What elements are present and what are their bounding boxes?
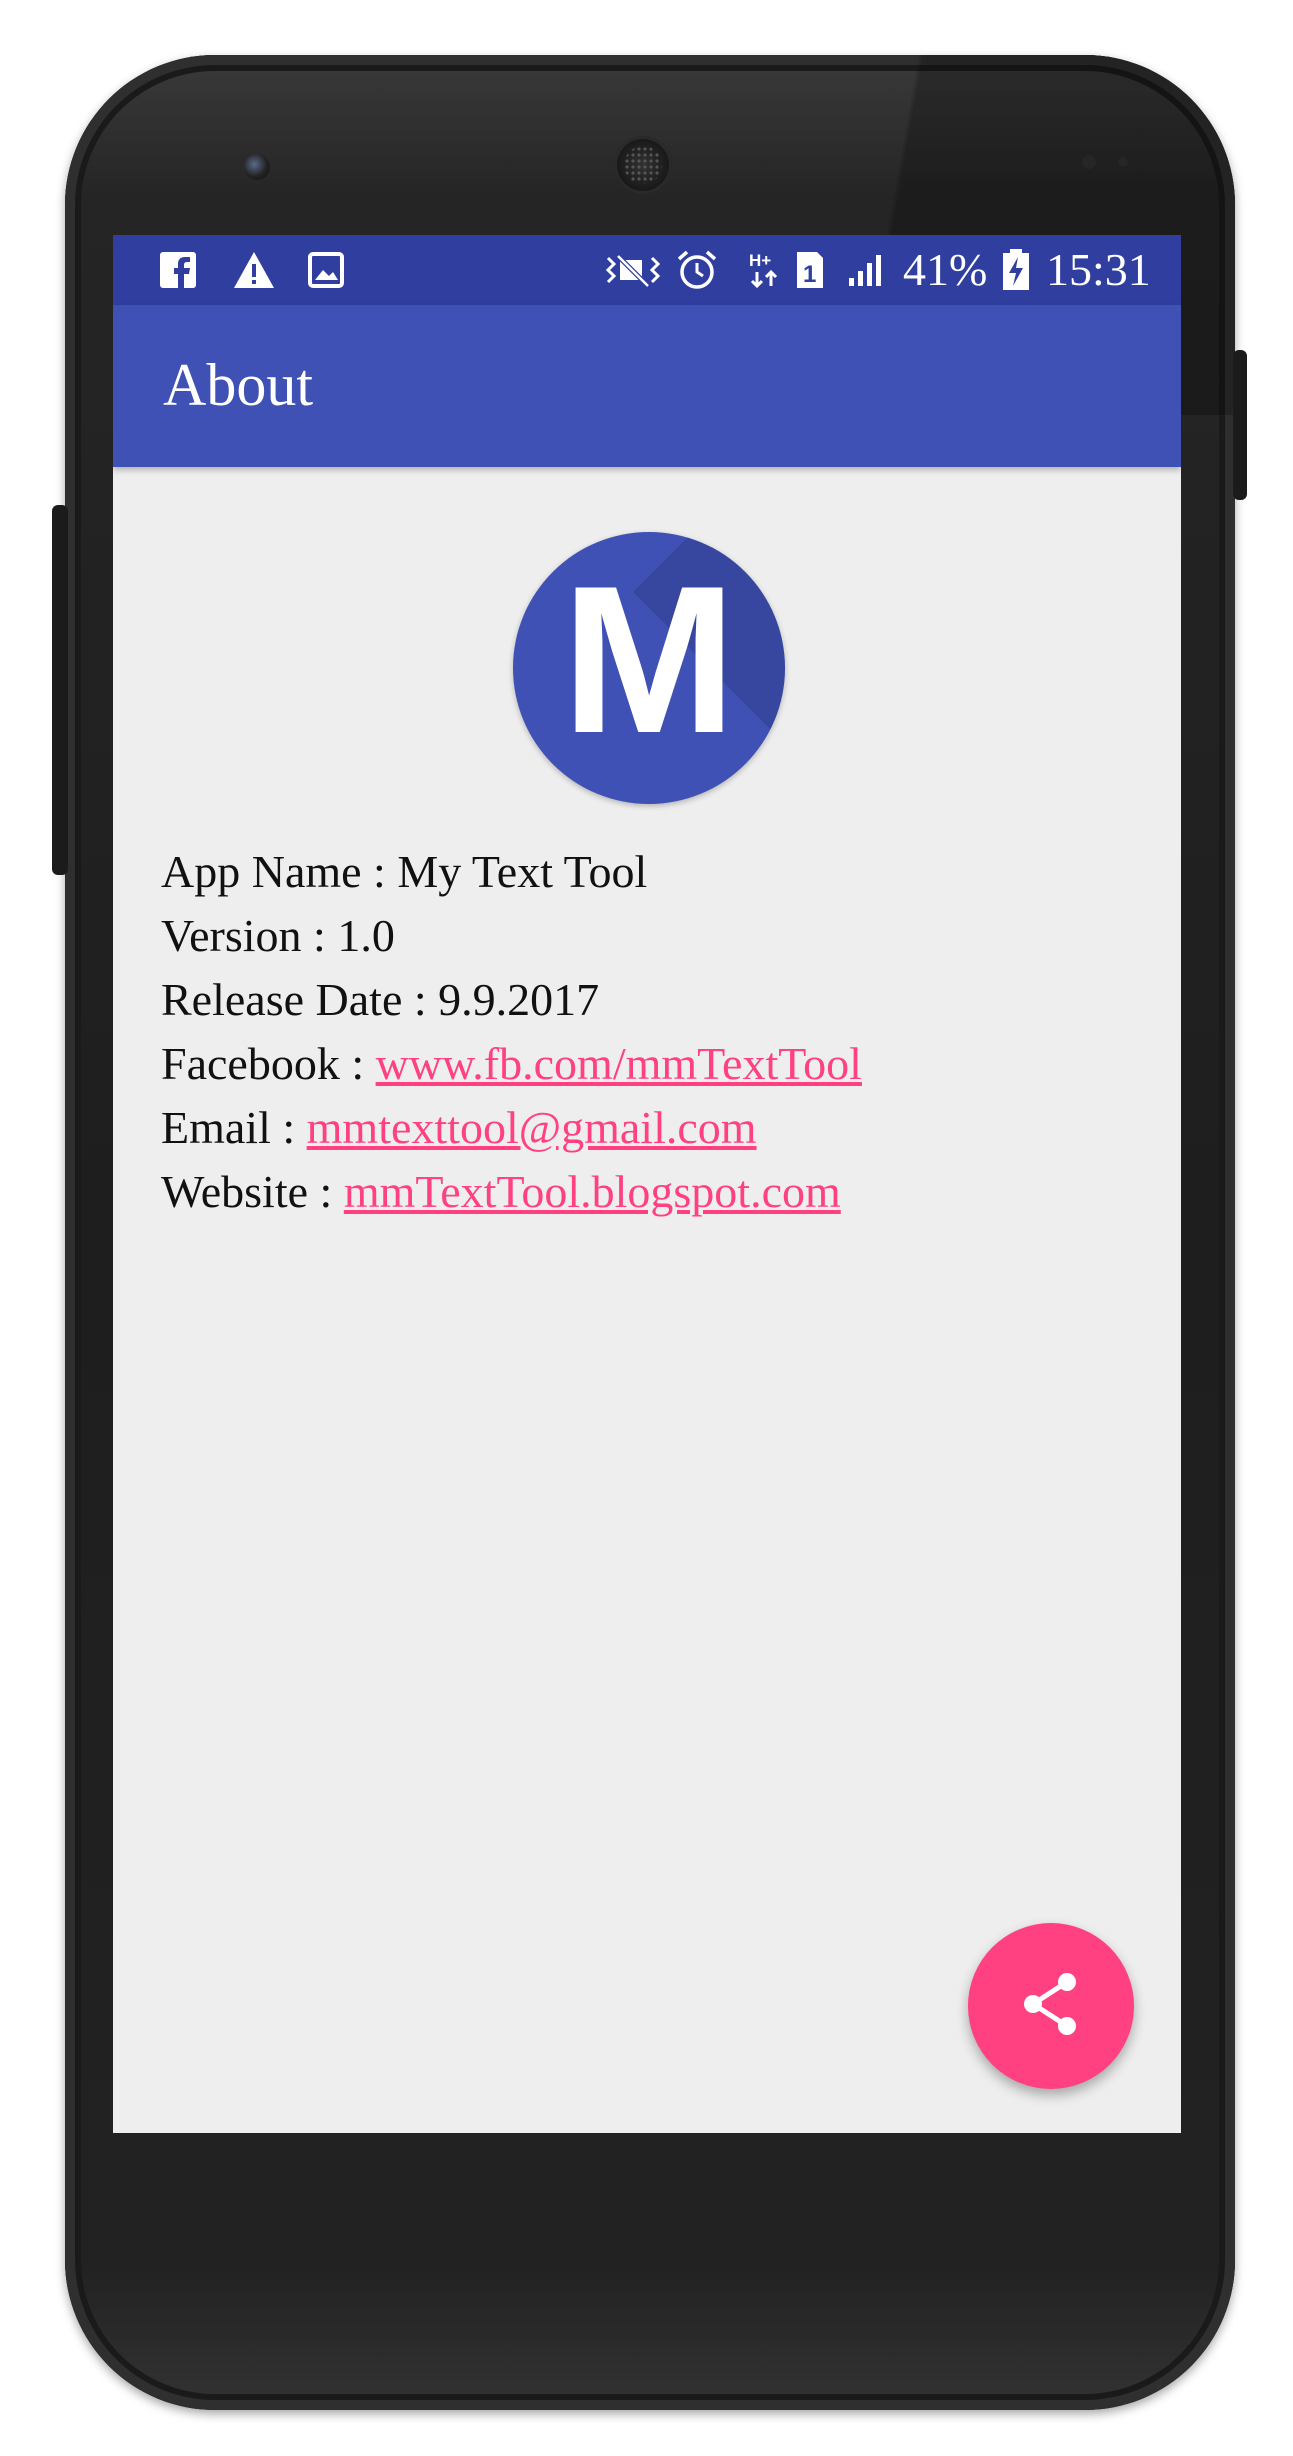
email-label: Email :	[161, 1102, 307, 1153]
alarm-icon	[675, 250, 719, 290]
svg-text:1: 1	[803, 261, 816, 288]
hplus-data-icon: H+	[748, 250, 784, 290]
image-icon	[306, 250, 346, 290]
release-date-row: Release Date : 9.9.2017	[161, 968, 862, 1032]
status-bar: H+ 1 41% 15:31	[113, 235, 1181, 305]
light-sensor	[1118, 157, 1128, 167]
app-logo: M	[513, 532, 785, 804]
app-bar: About	[113, 305, 1181, 467]
earpiece-speaker	[614, 136, 672, 194]
status-time: 15:31	[1046, 244, 1151, 295]
svg-text:H+: H+	[749, 251, 771, 270]
email-link[interactable]: mmtexttool@gmail.com	[307, 1102, 757, 1153]
facebook-icon	[158, 250, 198, 290]
release-date-value: 9.9.2017	[438, 974, 600, 1025]
vibrate-icon	[603, 250, 665, 290]
front-camera	[244, 154, 270, 180]
facebook-row: Facebook : www.fb.com/mmTextTool	[161, 1032, 862, 1096]
website-label: Website :	[161, 1166, 344, 1217]
email-row: Email : mmtexttool@gmail.com	[161, 1096, 862, 1160]
screen: H+ 1 41% 15:31 About M App Name : My Tex…	[113, 235, 1181, 2133]
version-value: 1.0	[337, 910, 395, 961]
version-row: Version : 1.0	[161, 904, 862, 968]
version-label: Version :	[161, 910, 338, 961]
about-info: App Name : My Text Tool Version : 1.0 Re…	[161, 840, 862, 1224]
facebook-label: Facebook :	[161, 1038, 376, 1089]
sim-1-icon: 1	[793, 250, 827, 290]
release-date-label: Release Date :	[161, 974, 439, 1025]
signal-icon	[846, 250, 886, 290]
share-button[interactable]	[968, 1923, 1134, 2089]
logo-letter: M	[561, 542, 737, 777]
app-name-value: My Text Tool	[397, 846, 648, 897]
facebook-link[interactable]: www.fb.com/mmTextTool	[376, 1038, 862, 1089]
share-icon	[1021, 1972, 1081, 2041]
proximity-sensor	[1082, 155, 1096, 169]
battery-charging-icon	[1001, 249, 1031, 290]
volume-button	[52, 505, 68, 875]
power-button	[1233, 350, 1247, 500]
page-title: About	[163, 352, 313, 418]
battery-percent: 41%	[903, 244, 988, 295]
warning-icon	[231, 250, 277, 290]
website-link[interactable]: mmTextTool.blogspot.com	[344, 1166, 841, 1217]
website-row: Website : mmTextTool.blogspot.com	[161, 1160, 862, 1224]
app-name-label: App Name :	[161, 846, 398, 897]
app-name-row: App Name : My Text Tool	[161, 840, 862, 904]
